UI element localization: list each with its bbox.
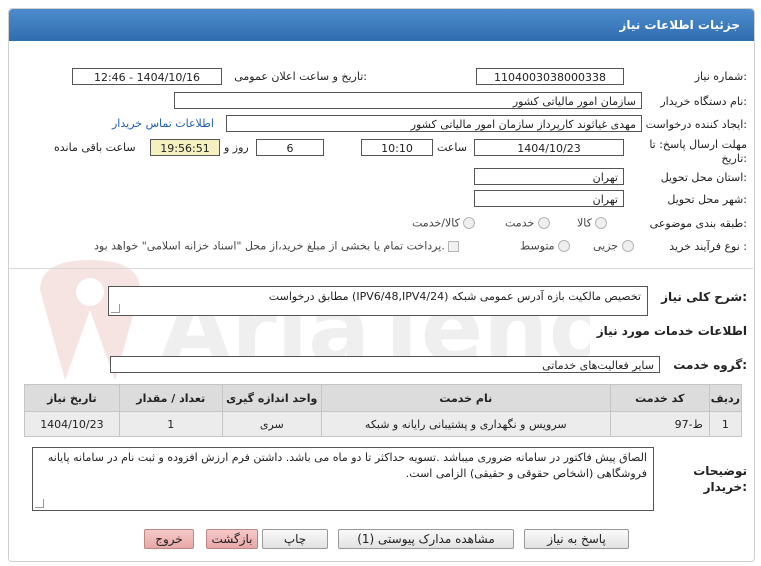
creator-field: مهدی غیاثوند کارپرداز سازمان امور مالیات… bbox=[226, 115, 642, 132]
announce-label: تاریخ و ساعت اعلان عمومی: bbox=[234, 70, 367, 83]
announce-field: 1404/10/16 - 12:46 bbox=[72, 68, 222, 85]
services-table: ردیف کد خدمت نام خدمت واحد اندازه گیری ت… bbox=[24, 384, 743, 437]
print-button[interactable]: چاپ bbox=[262, 529, 328, 549]
category-label: طبقه بندی موضوعی: bbox=[649, 217, 747, 230]
process-option-label: متوسط bbox=[520, 239, 555, 253]
divider bbox=[8, 268, 753, 269]
column-header: واحد اندازه گیری bbox=[221, 384, 322, 412]
description-label: شرح کلی نیاز: bbox=[661, 290, 747, 304]
table-cell: 1 bbox=[708, 411, 743, 437]
time-label: ساعت bbox=[437, 141, 467, 154]
resize-handle-icon[interactable] bbox=[111, 304, 120, 313]
need-number-label: شماره نیاز: bbox=[694, 70, 747, 83]
table-cell: سری bbox=[221, 411, 322, 437]
creator-label: ایجاد کننده درخواست: bbox=[645, 118, 747, 131]
radio-icon[interactable] bbox=[558, 240, 571, 252]
table-cell: ط-97 bbox=[609, 411, 710, 437]
column-header: تعداد / مقدار bbox=[118, 384, 223, 412]
city-field: تهران bbox=[474, 190, 624, 207]
service-group-label: گروه خدمت: bbox=[673, 358, 747, 372]
deadline-label: مهلت ارسال پاسخ: تا تاریخ: bbox=[649, 138, 747, 165]
category-option-label: خدمت bbox=[505, 216, 535, 230]
remaining-label: ساعت باقی مانده bbox=[54, 141, 136, 154]
back-button[interactable]: بازگشت bbox=[206, 529, 258, 549]
column-header: تاریخ نیاز bbox=[24, 384, 120, 412]
deadline-date-field: 1404/10/23 bbox=[474, 139, 624, 156]
category-option-service[interactable]: خدمت bbox=[505, 216, 550, 230]
view-attachments-button[interactable]: مشاهده مدارک پیوستی (1) bbox=[338, 529, 514, 549]
table-row: 1 ط-97 سرویس و نگهداری و پشتیبانی رایانه… bbox=[24, 411, 743, 437]
days-label: روز و bbox=[224, 141, 249, 154]
category-option-goods[interactable]: کالا bbox=[577, 216, 608, 230]
process-option-label: جزیی bbox=[593, 239, 619, 253]
description-field: تخصیص مالکیت بازه آدرس عمومی شبکه (IPV6/… bbox=[108, 286, 648, 316]
table-header-row: ردیف کد خدمت نام خدمت واحد اندازه گیری ت… bbox=[24, 384, 743, 412]
city-label: شهر محل تحویل: bbox=[667, 193, 747, 206]
table-cell: 1404/10/23 bbox=[24, 411, 120, 437]
category-option-label: کالا bbox=[577, 216, 592, 230]
deadline-time-field: 10:10 bbox=[361, 139, 433, 156]
radio-icon[interactable] bbox=[537, 217, 550, 229]
description-text: تخصیص مالکیت بازه آدرس عمومی شبکه (IPV6/… bbox=[268, 290, 641, 303]
payment-option[interactable]: پرداخت تمام یا بخشی از مبلغ خرید،از محل … bbox=[94, 239, 460, 253]
service-group-field: سایر فعالیت‌های خدماتی bbox=[110, 356, 660, 373]
services-section-title: اطلاعات خدمات مورد نیاز bbox=[596, 324, 747, 338]
page-title: جزئیات اطلاعات نیاز bbox=[619, 18, 740, 32]
buyer-notes-text: الصاق پیش فاکتور در سامانه ضروری میباشد … bbox=[47, 451, 647, 480]
radio-icon[interactable] bbox=[621, 240, 634, 252]
resize-handle-icon[interactable] bbox=[35, 499, 44, 508]
days-field: 6 bbox=[256, 139, 324, 156]
remaining-time-field: 19:56:51 bbox=[150, 139, 220, 156]
category-option-goods-service[interactable]: کالا/خدمت bbox=[412, 216, 476, 230]
buyer-org-field: سازمان امور مالیاتی کشور bbox=[174, 92, 642, 109]
radio-icon[interactable] bbox=[595, 217, 608, 229]
buyer-notes-label: توضیحات خریدار: bbox=[693, 464, 747, 494]
payment-note: پرداخت تمام یا بخشی از مبلغ خرید،از محل … bbox=[94, 239, 445, 253]
radio-icon[interactable] bbox=[463, 217, 476, 229]
buyer-org-label: نام دستگاه خریدار: bbox=[660, 95, 747, 108]
column-header: کد خدمت bbox=[609, 384, 710, 412]
process-option-minor[interactable]: جزیی bbox=[593, 239, 634, 253]
category-option-label: کالا/خدمت bbox=[412, 216, 460, 230]
checkbox-icon[interactable] bbox=[448, 240, 460, 252]
column-header: نام خدمت bbox=[320, 384, 611, 412]
exit-button[interactable]: خروج bbox=[144, 529, 194, 549]
need-number-field: 1104003038000338 bbox=[476, 68, 624, 85]
contact-buyer-link[interactable]: اطلاعات تماس خریدار bbox=[112, 117, 214, 130]
process-label: نوع فرآیند خرید : bbox=[669, 240, 747, 253]
column-header: ردیف bbox=[708, 384, 743, 412]
reply-button[interactable]: پاسخ به نیاز bbox=[524, 529, 629, 549]
province-label: استان محل تحویل: bbox=[660, 171, 747, 184]
process-option-medium[interactable]: متوسط bbox=[520, 239, 571, 253]
table-cell: 1 bbox=[118, 411, 223, 437]
buyer-notes-field: الصاق پیش فاکتور در سامانه ضروری میباشد … bbox=[32, 447, 654, 511]
panel-header: جزئیات اطلاعات نیاز bbox=[9, 9, 754, 41]
province-field: تهران bbox=[474, 168, 624, 185]
table-cell: سرویس و نگهداری و پشتیبانی رایانه و شبکه bbox=[320, 411, 611, 437]
